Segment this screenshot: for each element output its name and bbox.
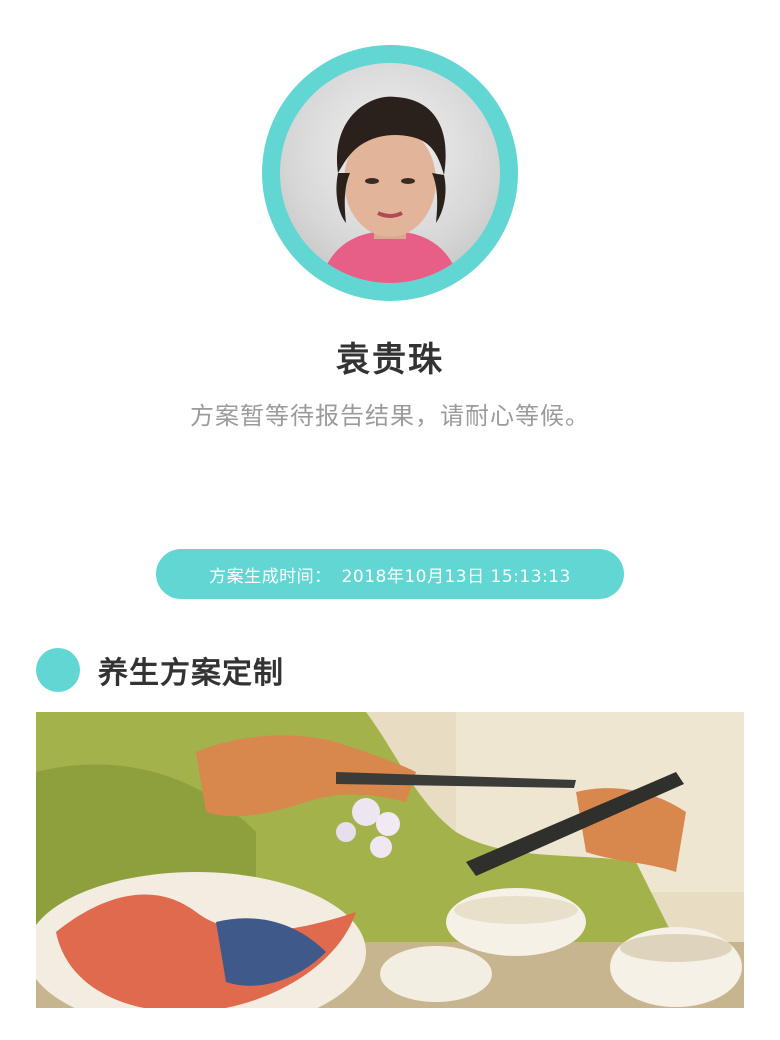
tea-ceremony-image [36, 712, 744, 1008]
profile-page: 袁贵珠 方案暂等待报告结果，请耐心等候。 方案生成时间： 2018年10月13日… [0, 0, 780, 1040]
plan-banner-image[interactable] [36, 712, 744, 1008]
avatar-portrait-image [320, 96, 460, 283]
avatar-ring [262, 45, 518, 301]
plan-time-badge: 方案生成时间： 2018年10月13日 15:13:13 [156, 549, 624, 599]
plan-time-label: 方案生成时间： [209, 566, 332, 587]
status-message: 方案暂等待报告结果，请耐心等候。 [190, 402, 590, 430]
plan-time-value: 2018年10月13日 15:13:13 [341, 566, 571, 587]
section-header: 养生方案定制 [36, 646, 284, 694]
section-title: 养生方案定制 [98, 656, 284, 691]
avatar[interactable] [280, 63, 500, 283]
user-name: 袁贵珠 [336, 340, 444, 380]
section-bullet-icon [36, 648, 80, 692]
